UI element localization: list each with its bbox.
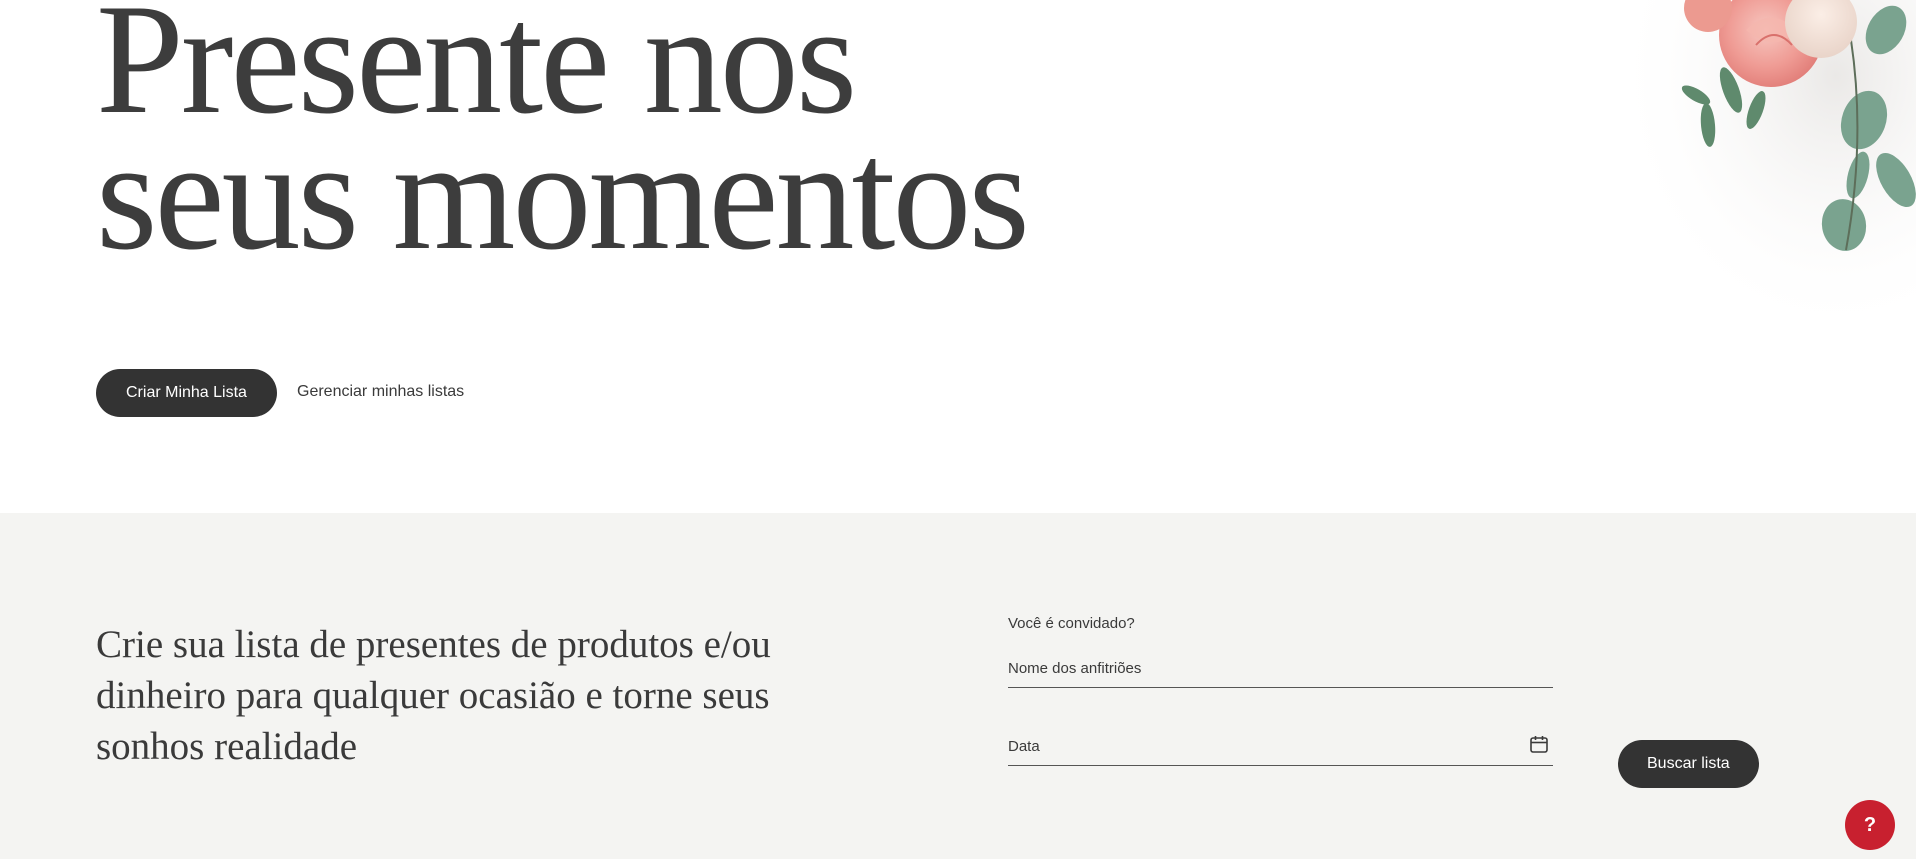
search-list-button[interactable]: Buscar lista	[1618, 740, 1759, 788]
host-name-input[interactable]	[1008, 660, 1508, 677]
calendar-icon[interactable]	[1529, 734, 1549, 754]
hero-section: Presente nos seus momentos Criar Minha L…	[0, 0, 1916, 513]
date-input[interactable]	[1008, 738, 1508, 755]
help-button[interactable]: ?	[1845, 800, 1895, 850]
create-list-button[interactable]: Criar Minha Lista	[96, 369, 277, 417]
flower-decoration-image	[1596, 0, 1916, 380]
section-description: Crie sua lista de presentes de produtos …	[96, 623, 771, 768]
hero-title: Presente nos seus momentos	[96, 0, 1030, 283]
date-field	[1008, 720, 1553, 766]
guest-search-section: Crie sua lista de presentes de produtos …	[0, 513, 1916, 859]
guest-search-form: Você é convidado?	[1008, 615, 1553, 766]
guest-form-label: Você é convidado?	[1008, 615, 1135, 632]
manage-lists-link[interactable]: Gerenciar minhas listas	[297, 383, 464, 401]
host-name-field	[1008, 642, 1553, 688]
hero-title-line-2: seus momentos	[96, 108, 1030, 283]
